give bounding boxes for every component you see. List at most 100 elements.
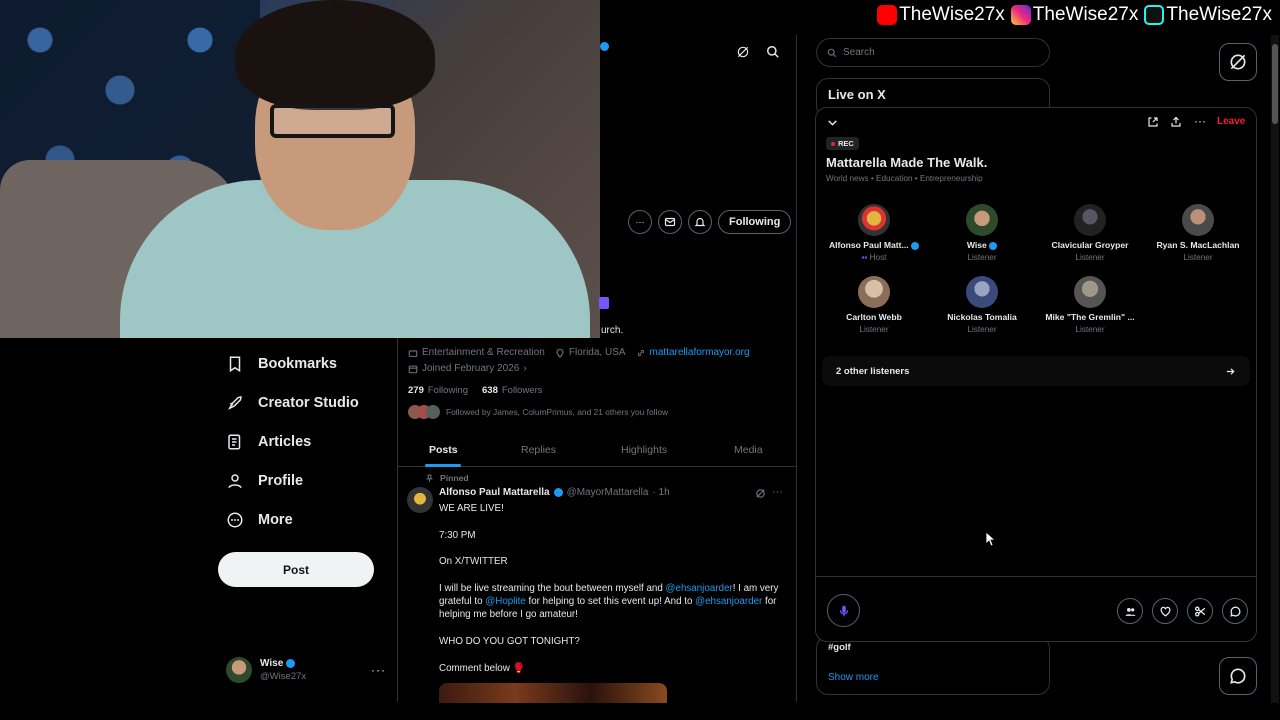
arrow-right-icon [1225, 366, 1236, 377]
instagram-handle: TheWise27x [1032, 4, 1139, 25]
post-author[interactable]: Alfonso Paul Mattarella [439, 487, 550, 498]
react-button[interactable] [1152, 598, 1178, 624]
account-switcher[interactable]: Wise @Wise27x ··· [226, 657, 386, 683]
verified-badge-icon [911, 241, 920, 250]
instagram-icon [1010, 5, 1031, 25]
avatar [858, 276, 890, 308]
tab-media[interactable]: Media [734, 444, 763, 456]
rocket-icon [226, 394, 244, 412]
notifications-button[interactable] [688, 210, 712, 234]
participant[interactable]: Carlton Webb Listener [822, 276, 926, 334]
mail-icon [664, 216, 676, 228]
profile-meta-row: Entertainment & Recreation Florida, USA … [408, 347, 750, 358]
sidebar-item-label: Creator Studio [258, 395, 359, 411]
chevron-right-icon: › [523, 363, 527, 374]
post-time[interactable]: · 1h [652, 487, 669, 498]
other-listeners-row[interactable]: 2 other listeners [822, 356, 1250, 386]
participant-name: Mike "The Gremlin" ... [1045, 312, 1135, 322]
participant-role: Listener [967, 325, 997, 334]
post-text: I will be live streaming the bout betwee… [439, 583, 666, 594]
sidebar-item-bookmarks[interactable]: Bookmarks [226, 355, 337, 373]
avatar [1074, 204, 1106, 236]
post-body: I will be live streaming the bout betwee… [439, 582, 784, 621]
pinned-label: Pinned [440, 473, 469, 483]
trend-tag[interactable]: #golf [828, 642, 851, 653]
sidebar-item-label: More [258, 512, 293, 528]
scrollbar-track[interactable] [1271, 35, 1279, 703]
tab-replies[interactable]: Replies [521, 444, 556, 456]
share-icon[interactable] [1170, 116, 1182, 128]
messages-button[interactable] [1219, 657, 1257, 695]
grok-icon[interactable] [736, 45, 750, 59]
following-button[interactable]: Following [718, 210, 792, 234]
social-tiktok: TheWise27x [1144, 4, 1272, 26]
grok-button[interactable] [1219, 43, 1257, 81]
participant-host[interactable]: Alfonso Paul Matt... ▪▪ Host [822, 204, 926, 262]
scrollbar-thumb[interactable] [1272, 44, 1278, 124]
participant[interactable]: Clavicular Groyper Listener [1038, 204, 1142, 262]
comments-button[interactable] [1222, 598, 1248, 624]
avatar [966, 204, 998, 236]
clip-button[interactable] [1187, 598, 1213, 624]
following-label[interactable]: Following [428, 385, 468, 396]
avatar[interactable] [407, 487, 433, 513]
space-topics: World news • Education • Entrepreneurshi… [826, 174, 983, 183]
pip-icon[interactable] [1147, 116, 1159, 128]
mention-link[interactable]: @ehsanjoarder [695, 596, 762, 607]
grok-icon[interactable] [755, 488, 766, 499]
youtube-handle: TheWise27x [899, 4, 1005, 25]
post-handle[interactable]: @MayorMattarella [567, 487, 649, 498]
calendar-icon [408, 364, 418, 374]
more-options-button[interactable]: ··· [628, 210, 652, 234]
briefcase-icon [408, 348, 418, 358]
verified-badge-icon [286, 659, 296, 668]
youtube-icon [877, 5, 898, 25]
following-count[interactable]: 279 [408, 385, 424, 396]
mention-link[interactable]: @Hoplite [485, 596, 525, 607]
followers-label[interactable]: Followers [502, 385, 543, 396]
participant[interactable]: Nickolas Tomalia Listener [930, 276, 1034, 334]
chat-bubble-icon [1228, 666, 1248, 686]
sidebar-item-creator-studio[interactable]: Creator Studio [226, 394, 359, 412]
search-input[interactable]: Search [816, 38, 1050, 67]
leave-button[interactable]: Leave [1217, 116, 1245, 127]
profile-website[interactable]: mattarellaformayor.org [650, 347, 750, 358]
mention-link[interactable]: @ehsanjoarder [666, 583, 733, 594]
space-title: Mattarella Made The Walk. [826, 155, 988, 170]
search-icon[interactable] [766, 45, 780, 59]
chevron-down-icon[interactable] [826, 116, 839, 129]
heart-plus-icon [1159, 605, 1172, 618]
show-more-link[interactable]: Show more [828, 672, 879, 683]
participant[interactable]: Ryan S. MacLachlan Listener [1146, 204, 1250, 262]
tab-indicator [425, 464, 461, 467]
more-icon[interactable]: ··· [1194, 114, 1206, 128]
message-button[interactable] [658, 210, 682, 234]
profile-joined-row: Joined February 2026 › [408, 363, 527, 374]
more-circle-icon [226, 511, 244, 529]
participant[interactable]: Mike "The Gremlin" ... Listener [1038, 276, 1142, 334]
participant[interactable]: Wise Listener [930, 204, 1034, 262]
space-panel: ··· Leave REC Mattarella Made The Walk. … [815, 107, 1257, 642]
tab-highlights[interactable]: Highlights [621, 444, 667, 456]
more-icon[interactable]: ··· [371, 663, 386, 677]
more-icon[interactable]: ··· [772, 486, 783, 498]
sidebar-item-articles[interactable]: Articles [226, 433, 311, 451]
profile-actions: ··· Following [628, 210, 792, 234]
sidebar-item-more[interactable]: More [226, 511, 293, 529]
followed-by-row[interactable]: Followed by James, ColumPrimus, and 21 o… [408, 405, 668, 419]
divider [397, 338, 398, 702]
followers-count[interactable]: 638 [482, 385, 498, 396]
tab-posts[interactable]: Posts [429, 444, 458, 456]
post-button[interactable]: Post [218, 552, 374, 587]
search-icon [827, 48, 837, 58]
more-icon: ··· [635, 217, 645, 227]
sidebar-item-profile[interactable]: Profile [226, 472, 303, 490]
person-icon [226, 472, 244, 490]
mic-button[interactable] [827, 594, 860, 627]
profile-joined[interactable]: Joined February 2026 [422, 363, 519, 374]
profile-location: Florida, USA [568, 347, 626, 358]
participants-button[interactable] [1117, 598, 1143, 624]
rec-label: REC [838, 139, 854, 148]
pin-icon [425, 474, 434, 483]
post-media-image[interactable] [439, 683, 667, 703]
